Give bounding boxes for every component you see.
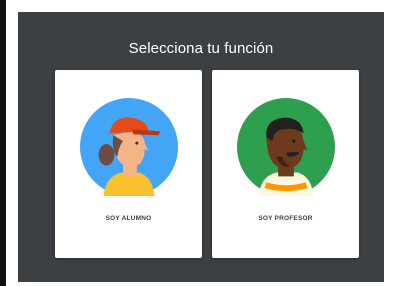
student-role-card[interactable]: SOY ALUMNO xyxy=(55,70,202,258)
screen-edge xyxy=(0,0,6,286)
teacher-avatar-icon xyxy=(237,98,335,196)
student-role-label: SOY ALUMNO xyxy=(105,215,152,222)
dialog-title: Selecciona tu función xyxy=(128,40,274,57)
teacher-role-card[interactable]: SOY PROFESOR xyxy=(212,70,359,258)
student-avatar-icon xyxy=(80,98,178,196)
role-selection-panel: Selecciona tu función SOY ALUMNO SOY PRO… xyxy=(18,12,384,282)
teacher-role-label: SOY PROFESOR xyxy=(258,215,313,222)
screen: Selecciona tu función SOY ALUMNO SOY PRO… xyxy=(0,0,393,286)
